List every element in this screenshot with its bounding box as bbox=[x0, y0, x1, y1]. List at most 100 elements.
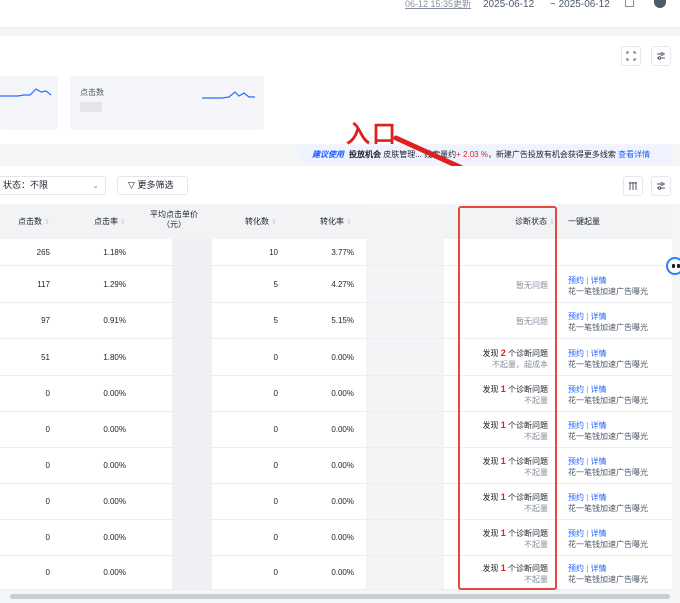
updated-time[interactable]: 06-12 15:35更新 bbox=[405, 0, 471, 9]
action-separator: | bbox=[586, 421, 589, 430]
fullscreen-icon[interactable] bbox=[621, 46, 641, 66]
ad-table: 点击数 ⇕ 点击率 ⇕ 平均点击单价 （元） 转化数 ⇕ 转化率 ⇕ 诊断状态 ⇕ 一键起量… bbox=[0, 204, 672, 590]
reserve-link[interactable]: 预约 bbox=[568, 312, 584, 321]
settings-sliders-icon[interactable] bbox=[651, 46, 671, 66]
sort-icon: ⇕ bbox=[44, 219, 50, 226]
col-ctr[interactable]: 点击率 ⇕ bbox=[94, 204, 126, 239]
boost-actions: 预约 | 详情 花一笔钱加速广告曝光 bbox=[568, 348, 648, 370]
cell-cvr: 0.00% bbox=[331, 425, 354, 434]
view-details-link[interactable]: 查看详情 bbox=[618, 150, 650, 159]
boost-description: 花一笔钱加速广告曝光 bbox=[568, 540, 648, 549]
action-separator: | bbox=[586, 493, 589, 502]
table-row[interactable]: 0 0.00% 0 0.00% 发现 1 个诊断问题 不起量 预约 | 详情 花一笔钱加速… bbox=[0, 412, 672, 448]
boost-actions: 预约 | 详情 花一笔钱加速广告曝光 bbox=[568, 420, 648, 442]
col-clicks[interactable]: 点击数 ⇕ bbox=[18, 204, 50, 239]
end-date[interactable]: ~ 2025-06-12 bbox=[550, 0, 610, 10]
details-link[interactable]: 详情 bbox=[591, 349, 607, 358]
cell-clicks: 0 bbox=[45, 389, 50, 398]
app-root: 06-12 15:35更新 2025-06-12 ~ 2025-06-12 点击… bbox=[0, 0, 680, 603]
cell-clicks: 0 bbox=[45, 425, 50, 434]
reserve-link[interactable]: 预约 bbox=[568, 493, 584, 502]
reserve-link[interactable]: 预约 bbox=[568, 457, 584, 466]
cell-ctr: 0.00% bbox=[103, 497, 126, 506]
start-date[interactable]: 2025-06-12 bbox=[483, 0, 534, 10]
calendar-icon[interactable] bbox=[625, 0, 634, 7]
section-gap bbox=[0, 28, 680, 36]
reserve-link[interactable]: 预约 bbox=[568, 385, 584, 394]
cell-conversions: 0 bbox=[273, 353, 278, 362]
metric-card-clicks[interactable]: 点击数 bbox=[70, 76, 264, 130]
details-link[interactable]: 详情 bbox=[591, 493, 607, 502]
details-link[interactable]: 详情 bbox=[591, 457, 607, 466]
cell-conversions: 0 bbox=[273, 389, 278, 398]
assistant-robot-icon[interactable] bbox=[666, 257, 680, 275]
reserve-link[interactable]: 预约 bbox=[568, 349, 584, 358]
cell-ctr: 0.00% bbox=[103, 461, 126, 470]
cell-clicks: 0 bbox=[45, 497, 50, 506]
cell-cvr: 3.77% bbox=[331, 248, 354, 257]
details-link[interactable]: 详情 bbox=[591, 421, 607, 430]
boost-actions: 预约 | 详情 花一笔钱加速广告曝光 bbox=[568, 563, 648, 585]
more-filters-button[interactable]: ▽ 更多筛选 bbox=[117, 176, 188, 195]
reserve-link[interactable]: 预约 bbox=[568, 564, 584, 573]
horizontal-scrollbar[interactable] bbox=[10, 594, 670, 599]
cell-conversions: 10 bbox=[269, 248, 278, 257]
reserve-link[interactable]: 预约 bbox=[568, 276, 584, 285]
table-sliders-icon[interactable] bbox=[651, 176, 671, 196]
cell-cvr: 0.00% bbox=[331, 353, 354, 362]
col-cpc[interactable]: 平均点击单价 （元） bbox=[146, 204, 202, 239]
metric-value-blurred bbox=[80, 102, 102, 112]
avatar[interactable] bbox=[654, 0, 666, 8]
notice-suffix: ，新建广告投放有机会获得更多线索 bbox=[487, 150, 616, 159]
details-link[interactable]: 详情 bbox=[591, 312, 607, 321]
cell-conversions: 0 bbox=[273, 568, 278, 577]
table-row[interactable]: 0 0.00% 0 0.00% 发现 1 个诊断问题 不起量 预约 | 详情 花一笔钱加速… bbox=[0, 448, 672, 484]
table-row[interactable]: 97 0.91% 5 5.15% 暂无问题 预约 | 详情 花一笔钱加速广告曝光 bbox=[0, 303, 672, 339]
reserve-link[interactable]: 预约 bbox=[568, 421, 584, 430]
boost-description: 花一笔钱加速广告曝光 bbox=[568, 287, 648, 296]
cell-ctr: 0.00% bbox=[103, 389, 126, 398]
details-link[interactable]: 详情 bbox=[591, 276, 607, 285]
cell-ctr: 0.00% bbox=[103, 533, 126, 542]
cell-clicks: 117 bbox=[37, 280, 50, 289]
cell-cvr: 0.00% bbox=[331, 533, 354, 542]
table-row[interactable]: 0 0.00% 0 0.00% 发现 1 个诊断问题 不起量 预约 | 详情 花一笔钱加速… bbox=[0, 484, 672, 520]
suggest-tag: 建议使用 bbox=[312, 150, 344, 159]
boost-actions: 预约 | 详情 花一笔钱加速广告曝光 bbox=[568, 384, 648, 406]
details-link[interactable]: 详情 bbox=[591, 529, 607, 538]
boost-description: 花一笔钱加速广告曝光 bbox=[568, 396, 648, 405]
cell-clicks: 0 bbox=[45, 461, 50, 470]
status-label: 状态： bbox=[3, 180, 31, 190]
table-row[interactable]: 265 1.18% 10 3.77% bbox=[0, 239, 672, 266]
status-value: 不限 bbox=[30, 180, 49, 190]
metric-card[interactable] bbox=[0, 76, 58, 130]
highlight-box bbox=[458, 206, 557, 590]
table-row[interactable]: 0 0.00% 0 0.00% 发现 1 个诊断问题 不起量 预约 | 详情 花一笔钱加速… bbox=[0, 376, 672, 412]
reserve-link[interactable]: 预约 bbox=[568, 529, 584, 538]
boost-description: 花一笔钱加速广告曝光 bbox=[568, 468, 648, 477]
cell-ctr: 0.00% bbox=[103, 425, 126, 434]
table-header: 点击数 ⇕ 点击率 ⇕ 平均点击单价 （元） 转化数 ⇕ 转化率 ⇕ 诊断状态 ⇕ 一键起量 bbox=[0, 204, 672, 239]
table-row[interactable]: 0 0.00% 0 0.00% 发现 1 个诊断问题 不起量 预约 | 详情 花一笔钱加速… bbox=[0, 556, 672, 590]
cell-ctr: 0.91% bbox=[103, 316, 126, 325]
boost-actions: 预约 | 详情 花一笔钱加速广告曝光 bbox=[568, 311, 648, 333]
cell-cvr: 5.15% bbox=[331, 316, 354, 325]
cell-clicks: 0 bbox=[45, 533, 50, 542]
cell-clicks: 0 bbox=[45, 568, 50, 577]
details-link[interactable]: 详情 bbox=[591, 564, 607, 573]
cell-conversions: 0 bbox=[273, 533, 278, 542]
col-cvr[interactable]: 转化率 ⇕ bbox=[320, 204, 352, 239]
column-settings-icon[interactable] bbox=[623, 176, 643, 196]
col-conversions[interactable]: 转化数 ⇕ bbox=[245, 204, 277, 239]
cell-cvr: 0.00% bbox=[331, 497, 354, 506]
table-row[interactable]: 0 0.00% 0 0.00% 发现 1 个诊断问题 不起量 预约 | 详情 花一笔钱加速… bbox=[0, 520, 672, 556]
filter-bar: 状态：不限 ⌄ ▽ 更多筛选 bbox=[0, 166, 680, 204]
sort-icon: ⇕ bbox=[346, 219, 352, 226]
table-row[interactable]: 51 1.80% 0 0.00% 发现 2 个诊断问题 不起量，超成本 预约 | 详情 花… bbox=[0, 339, 672, 376]
details-link[interactable]: 详情 bbox=[591, 385, 607, 394]
more-filters-label: 更多筛选 bbox=[137, 180, 174, 190]
table-row[interactable]: 117 1.29% 5 4.27% 暂无问题 预约 | 详情 花一笔钱加速广告曝光 bbox=[0, 266, 672, 303]
boost-actions: 预约 | 详情 花一笔钱加速广告曝光 bbox=[568, 275, 648, 297]
cell-conversions: 0 bbox=[273, 461, 278, 470]
status-select[interactable]: 状态：不限 ⌄ bbox=[0, 176, 106, 195]
